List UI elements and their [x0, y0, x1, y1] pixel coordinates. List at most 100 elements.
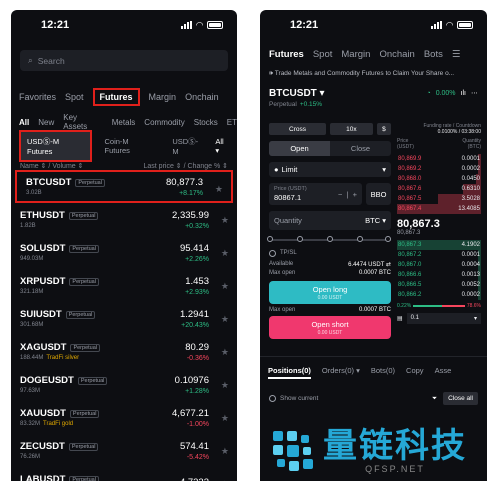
tab-orders[interactable]: Orders(0) ▾	[322, 366, 360, 379]
category-key-assets[interactable]: Key Assets	[63, 113, 102, 131]
close-tab[interactable]: Close	[330, 141, 391, 156]
market-row[interactable]: XRPUSDT Perpetual 321.18M 1.453 +2.93% ★	[11, 269, 237, 302]
favorite-star-icon[interactable]: ★	[221, 248, 229, 259]
menu-dots-icon[interactable]: ⋯	[471, 89, 478, 97]
chip-usdm-futures[interactable]: USDⓈ-M Futures	[19, 130, 93, 162]
filter-all-dropdown[interactable]: All ▾	[215, 137, 229, 155]
book-qty: 13.4085	[458, 206, 480, 212]
candle-icon[interactable]: ılı	[461, 90, 466, 97]
symbol-selector[interactable]: BTCUSDT ▾	[269, 88, 325, 99]
mid-price[interactable]: 80,867.3	[397, 218, 481, 230]
book-qty: 0.0052	[461, 282, 480, 288]
bid-row[interactable]: 80,866.6 0.0013	[397, 270, 481, 280]
favorite-star-icon[interactable]: ★	[221, 413, 229, 424]
ask-row[interactable]: 80,868.0 0.0450	[397, 174, 481, 184]
announcement-banner[interactable]: 🕪 Trade Metals and Commodity Futures to …	[260, 70, 487, 81]
tab-futures[interactable]: Futures	[269, 49, 304, 60]
tab-onchain[interactable]: Onchain	[379, 49, 414, 60]
book-price: 80,869.9	[398, 156, 422, 162]
order-type-select[interactable]: ● Limit ▾	[269, 162, 391, 177]
filter-icon[interactable]: ⏷	[432, 395, 437, 403]
search-placeholder: Search	[37, 55, 65, 66]
market-row[interactable]: XAGUSDT Perpetual 188.44M TradFi silver 80.2…	[11, 335, 237, 368]
favorite-star-icon[interactable]: ★	[221, 215, 229, 226]
trade-tabs: Futures Spot Margin Onchain Bots ☰	[260, 45, 487, 63]
more-icon[interactable]: ☰	[452, 49, 461, 60]
book-layout-icon[interactable]: ▤	[397, 315, 403, 322]
tab-assets[interactable]: Asse	[435, 366, 452, 379]
category-etf[interactable]: ET	[227, 118, 237, 127]
quantity-input[interactable]: Quantity BTC ▾	[269, 211, 391, 230]
price-stepper[interactable]: − | +	[338, 190, 357, 199]
show-current-checkbox[interactable]	[269, 395, 276, 402]
tab-bots[interactable]: Bots(0)	[371, 366, 395, 379]
category-all[interactable]: All	[19, 118, 29, 127]
favorite-star-icon[interactable]: ★	[221, 380, 229, 391]
favorite-star-icon[interactable]: ★	[221, 314, 229, 325]
market-row[interactable]: DOGEUSDT Perpetual 97.63M 0.10976 +1.28% ★	[11, 368, 237, 401]
sort-price-change[interactable]: Last price ⇕ / Change % ⇕	[144, 162, 229, 170]
open-short-button[interactable]: Open short 0.00 USDT	[269, 316, 391, 339]
tab-onchain[interactable]: Onchain	[185, 92, 219, 102]
favorite-star-icon[interactable]: ★	[221, 446, 229, 457]
favorite-star-icon[interactable]: ★	[215, 184, 223, 195]
market-row[interactable]: ZECUSDT Perpetual 76.26M 574.41 -5.42% ★	[11, 434, 237, 467]
asset-mode-button[interactable]: $	[376, 123, 391, 135]
book-price: 80,866.6	[398, 272, 422, 278]
ask-row[interactable]: 80,869.2 0.0002	[397, 164, 481, 174]
max-open-value: 0.0007 BTC	[358, 270, 391, 276]
chip-coinm-futures[interactable]: Coin-M Futures	[98, 133, 160, 159]
close-all-button[interactable]: Close all	[443, 392, 478, 405]
bid-row[interactable]: 80,867.0 0.0004	[397, 260, 481, 270]
price-input[interactable]: Price (USDT) 80867.1 − | +	[269, 183, 362, 205]
margin-mode-button[interactable]: Cross	[269, 123, 326, 135]
tab-margin[interactable]: Margin	[149, 92, 177, 102]
bid-row[interactable]: 80,866.2 0.0002	[397, 290, 481, 300]
tab-margin[interactable]: Margin	[341, 49, 370, 60]
bbo-button[interactable]: BBO	[366, 183, 391, 205]
watermark-logo-icon	[273, 430, 313, 471]
tab-spot[interactable]: Spot	[65, 92, 84, 102]
market-row[interactable]: SOLUSDT Perpetual 949.03M 95.414 +2.26% ★	[11, 236, 237, 269]
tpsl-checkbox[interactable]	[269, 250, 276, 257]
market-row[interactable]: LABUSDTPerpetual4.7223★	[11, 467, 237, 481]
search-input[interactable]: ⌕ Search	[20, 50, 228, 71]
quantity-slider[interactable]	[267, 236, 391, 242]
category-metals[interactable]: Metals	[112, 118, 136, 127]
book-qty: 4.1902	[461, 242, 480, 248]
market-row[interactable]: ETHUSDT Perpetual 1.82B 2,335.99 +0.32% ★	[11, 203, 237, 236]
tab-favorites[interactable]: Favorites	[19, 92, 56, 102]
tab-copy[interactable]: Copy	[406, 366, 424, 379]
open-long-button[interactable]: Open long 0.00 USDT	[269, 281, 391, 304]
market-row[interactable]: BTCUSDT Perpetual 3.02B 80,877.3 +8.17% ★	[15, 170, 233, 203]
bid-row[interactable]: 80,866.5 0.0052	[397, 280, 481, 290]
bid-row[interactable]: 80,867.3 4.1902	[397, 240, 481, 250]
open-tab[interactable]: Open	[269, 141, 330, 156]
category-stocks[interactable]: Stocks	[194, 118, 218, 127]
market-row[interactable]: SUIUSDT Perpetual 301.68M 1.2941 +20.43% ★	[11, 302, 237, 335]
category-commodity[interactable]: Commodity	[144, 118, 184, 127]
book-qty-header: Quantity (BTC)	[462, 138, 481, 150]
market-change: -5.42%	[186, 453, 209, 461]
trade-screen: 12:21 ◠ Futures Spot Margin Onchain Bots…	[260, 10, 487, 481]
ask-row[interactable]: 80,867.5 3.5028	[397, 194, 481, 204]
ask-row[interactable]: 80,867.4 13.4085	[397, 204, 481, 214]
tab-positions[interactable]: Positions(0)	[268, 366, 311, 379]
favorite-star-icon[interactable]: ★	[221, 347, 229, 358]
qty-unit-select[interactable]: BTC ▾	[365, 216, 386, 225]
sort-name-volume[interactable]: Name ⇕ / Volume ⇕	[20, 162, 83, 170]
favorite-star-icon[interactable]: ★	[221, 281, 229, 292]
chip-usdm[interactable]: USDⓈ-M	[166, 132, 209, 160]
book-price: 80,866.5	[398, 282, 422, 288]
tab-spot[interactable]: Spot	[313, 49, 333, 60]
bid-row[interactable]: 80,867.2 0.0001	[397, 250, 481, 260]
leverage-button[interactable]: 10x	[330, 123, 373, 135]
tab-bots[interactable]: Bots	[424, 49, 443, 60]
ask-row[interactable]: 80,869.9 0.0001	[397, 154, 481, 164]
precision-select[interactable]: 0.1 ▾	[406, 313, 481, 324]
tab-futures[interactable]: Futures	[92, 88, 140, 106]
perpetual-tag: Perpetual	[65, 310, 96, 319]
market-row[interactable]: XAUUSDT Perpetual 83.32M TradFi gold 4,677.2…	[11, 401, 237, 434]
category-new[interactable]: New	[38, 118, 54, 127]
ask-row[interactable]: 80,867.6 0.6310	[397, 184, 481, 194]
